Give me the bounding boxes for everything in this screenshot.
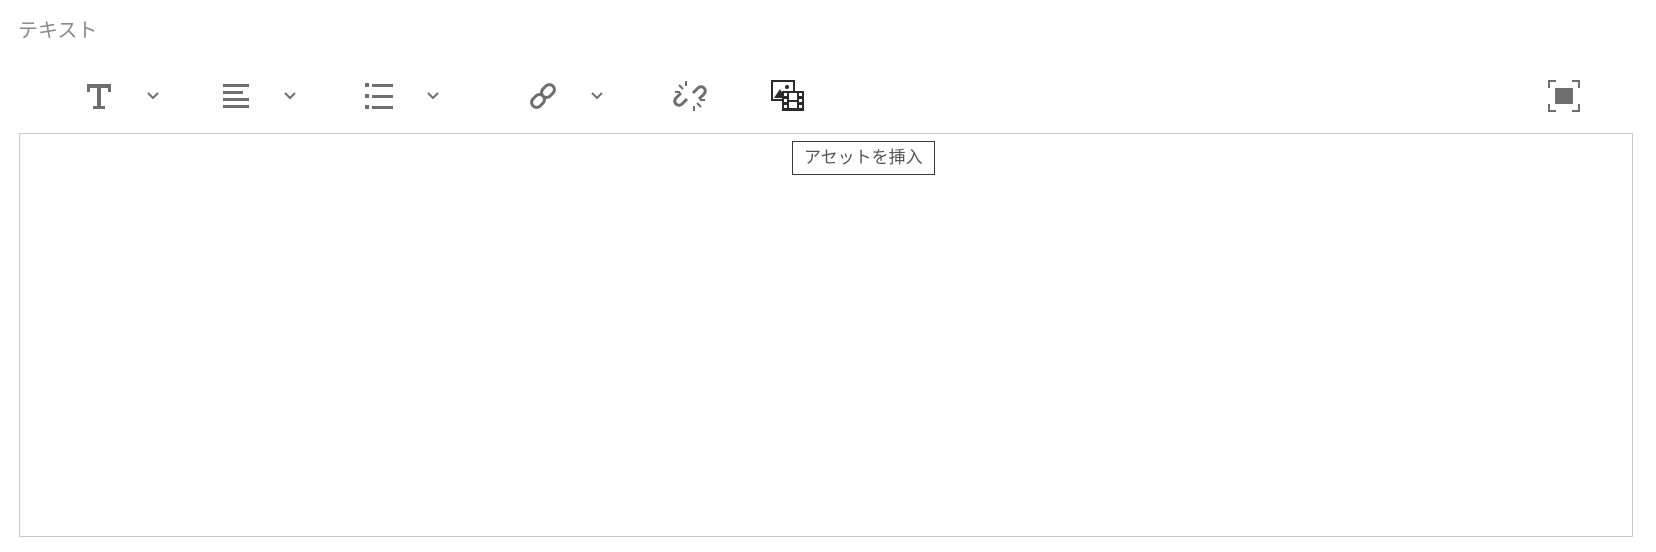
fullscreen-icon — [1544, 76, 1584, 116]
field-label: テキスト — [18, 18, 98, 42]
chevron-down-icon[interactable] — [587, 86, 607, 106]
link-icon — [523, 76, 563, 116]
bulleted-list-icon — [359, 76, 399, 116]
align-left-icon — [216, 76, 256, 116]
text-format-icon — [79, 76, 119, 116]
chevron-down-icon[interactable] — [143, 86, 163, 106]
chevron-down-icon[interactable] — [423, 86, 443, 106]
insert-asset-tooltip: アセットを挿入 — [792, 141, 935, 175]
fullscreen-button[interactable] — [1544, 66, 1584, 126]
chevron-down-icon[interactable] — [280, 86, 300, 106]
list-button[interactable] — [359, 66, 443, 126]
rich-text-editor-area[interactable] — [19, 133, 1633, 537]
alignment-button[interactable] — [216, 66, 300, 126]
link-button[interactable] — [523, 66, 607, 126]
rich-text-toolbar — [0, 66, 1656, 126]
insert-asset-button[interactable] — [768, 66, 808, 126]
text-format-button[interactable] — [79, 66, 163, 126]
insert-asset-icon — [768, 76, 808, 116]
unlink-icon — [670, 76, 710, 116]
unlink-button[interactable] — [670, 66, 710, 126]
